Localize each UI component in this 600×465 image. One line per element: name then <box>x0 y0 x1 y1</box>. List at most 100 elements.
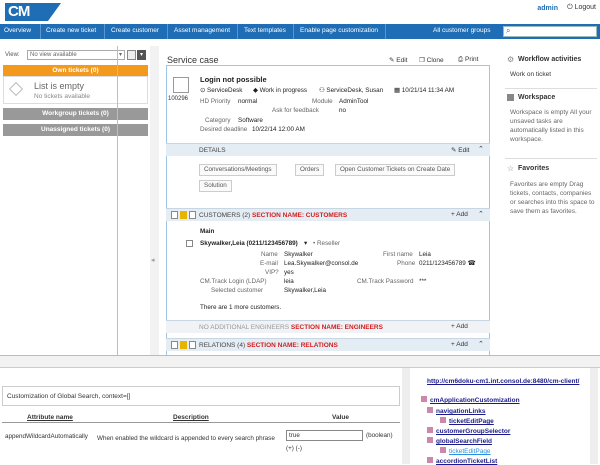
logout-link[interactable]: ⏻ Logout <box>567 4 596 12</box>
pencil-icon: ✎ <box>451 147 457 154</box>
tab-conversations[interactable]: Conversations/Meetings <box>199 164 277 176</box>
more-customers-link[interactable]: There are 1 more customers. <box>200 304 281 311</box>
grid-view-icon[interactable] <box>127 50 136 60</box>
nav-create-customer[interactable]: Create customer <box>111 27 159 34</box>
name-label: Name <box>261 251 278 258</box>
module-value: AdminTool <box>339 98 369 105</box>
row-attribute: appendWildcardAutomatically <box>5 433 88 440</box>
contact-checkbox[interactable] <box>186 240 193 247</box>
ticket-subject: Login not possible <box>200 75 267 84</box>
nav-create-ticket[interactable]: Create new ticket <box>46 27 96 34</box>
chevron-up-icon[interactable]: ⌃ <box>478 340 484 348</box>
chevron-up-icon[interactable]: ⌃ <box>478 210 484 218</box>
tree-item[interactable]: navigationLinks <box>436 408 485 415</box>
row-type: (boolean) <box>366 432 393 439</box>
row-description: When enabled the wildcard is appended to… <box>97 435 275 442</box>
password-value: *** <box>419 278 427 285</box>
logo-mark <box>48 3 61 21</box>
print-button[interactable]: ⎙ Print <box>458 56 478 64</box>
customization-panel: Customization of Global Search, context=… <box>0 355 600 465</box>
clone-button[interactable]: ❐ Clone <box>419 56 444 64</box>
divider <box>505 158 597 159</box>
menu-dropdown-icon[interactable]: ▾ <box>137 50 146 60</box>
workgroup-tickets-bar[interactable]: Workgroup tickets (0) <box>3 108 148 120</box>
add-customer-button[interactable]: + Add <box>451 211 468 218</box>
view-select[interactable]: No view available ▾ <box>27 50 125 60</box>
vip-label: VIP? <box>265 269 279 276</box>
guide-line <box>117 46 118 355</box>
table-header: Attribute name Description Value <box>2 413 400 423</box>
doc-icon <box>189 341 196 349</box>
empty-list-title: List is empty <box>34 81 85 91</box>
password-label: CM.Track Password <box>357 278 414 285</box>
ticket-date: ▦ 10/21/14 11:34 AM <box>394 87 455 94</box>
tree-item-selected[interactable]: ticketEditPage <box>449 448 491 455</box>
workflow-title: Workflow activities <box>518 56 582 63</box>
tab-open-customer-tickets[interactable]: Open Customer Tickets on Create Date <box>335 164 456 176</box>
vip-value: yes <box>284 269 294 276</box>
engineers-section-header[interactable]: NO ADDITIONAL ENGINEERS SECTION NAME: EN… <box>166 320 490 333</box>
tree-root-link[interactable]: http://cm6doku-cm1.int.consol.de:8480/cm… <box>427 377 587 386</box>
ticket-number: 100296 <box>168 96 189 102</box>
unassigned-tickets-bar[interactable]: Unassigned tickets (0) <box>3 124 148 136</box>
panel-splitter[interactable]: ◂ <box>150 46 159 355</box>
customers-section-header[interactable]: CUSTOMERS (2) SECTION NAME: CUSTOMERS + … <box>166 208 490 221</box>
person-icon: ⚇ <box>319 87 325 94</box>
ticket-status[interactable]: ◆ Work in progress <box>253 87 307 94</box>
copy-icon: ❐ <box>419 57 425 64</box>
details-title: DETAILS <box>199 147 226 154</box>
scrollbar[interactable] <box>402 368 410 464</box>
tab-orders[interactable]: Orders <box>295 164 325 176</box>
doc-icon <box>189 211 196 219</box>
nav-asset-management[interactable]: Asset management <box>174 27 230 34</box>
ticket-queue[interactable]: ⊙ ServiceDesk <box>200 87 242 94</box>
ticket-icon <box>173 77 189 93</box>
login-value: leia <box>284 278 294 285</box>
value-input[interactable]: true <box>286 430 363 441</box>
add-relation-button[interactable]: + Add <box>451 341 468 348</box>
ticket-engineer[interactable]: ⚇ ServiceDesk, Susan <box>319 87 383 94</box>
view-label: View: <box>5 52 20 58</box>
tree-node-icon <box>440 417 446 423</box>
customer-group-selector[interactable]: All customer groups <box>433 27 490 34</box>
case-title: Service case <box>167 55 219 65</box>
favorites-text: Favorites are empty Drag tickets, contac… <box>510 181 595 215</box>
scrollbar[interactable] <box>590 368 598 464</box>
folder-icon <box>180 211 187 219</box>
nav-overview[interactable]: Overview <box>4 27 31 34</box>
phone-value[interactable]: 0211/123456789 ☎ <box>419 260 475 267</box>
add-engineer-button[interactable]: + Add <box>451 323 468 330</box>
workflow-item[interactable]: Work on ticket <box>510 70 596 79</box>
current-user[interactable]: admin <box>537 5 558 12</box>
empty-list-box: List is empty No tickets available <box>3 76 148 104</box>
nav-page-customization[interactable]: Enable page customization <box>300 27 378 34</box>
search-input[interactable]: ⌕ <box>503 26 597 37</box>
contact-link[interactable]: Skywalker,Leia (0211/123456789) <box>200 240 298 247</box>
divider <box>505 88 597 89</box>
chevron-up-icon[interactable]: ⌃ <box>478 145 484 153</box>
tree-item[interactable]: accordionTicketList <box>436 458 497 465</box>
tree-item[interactable]: customerGroupSelector <box>436 428 510 435</box>
engineers-section-name: SECTION NAME: ENGINEERS <box>290 324 383 331</box>
selected-label: Selected customer <box>211 287 264 294</box>
tree-item[interactable]: ticketEditPage <box>449 418 494 425</box>
edit-button[interactable]: ✎ Edit <box>389 56 407 64</box>
tab-solution[interactable]: Solution <box>199 180 232 192</box>
details-edit-button[interactable]: ✎ Edit <box>451 146 469 154</box>
chevron-down-icon[interactable]: ▾ <box>304 240 307 247</box>
col-description: Description <box>173 414 209 421</box>
customization-caption: Customization of Global Search, context=… <box>7 393 131 400</box>
relations-section-header[interactable]: RELATIONS (4) SECTION NAME: RELATIONS + … <box>166 338 490 351</box>
caption-box: Customization of Global Search, context=… <box>2 386 400 406</box>
nav-text-templates[interactable]: Text templates <box>244 27 286 34</box>
workspace-title: Workspace <box>518 94 556 101</box>
tree-node-icon <box>427 437 433 443</box>
tree-item[interactable]: cmApplicationCustomization <box>430 397 520 404</box>
row-plus-minus[interactable]: (+) (-) <box>286 445 302 452</box>
tree-item[interactable]: globalSearchField <box>436 438 492 445</box>
email-value[interactable]: Lea.Skywalker@consol.de <box>284 260 358 267</box>
login-label: CM.Track Login (LDAP) <box>200 278 267 285</box>
details-section-header[interactable]: DETAILS ✎ Edit ⌃ <box>166 143 490 156</box>
firstname-label: First name <box>383 251 413 258</box>
workspace-text: Workspace is empty All your unsaved task… <box>510 109 592 143</box>
